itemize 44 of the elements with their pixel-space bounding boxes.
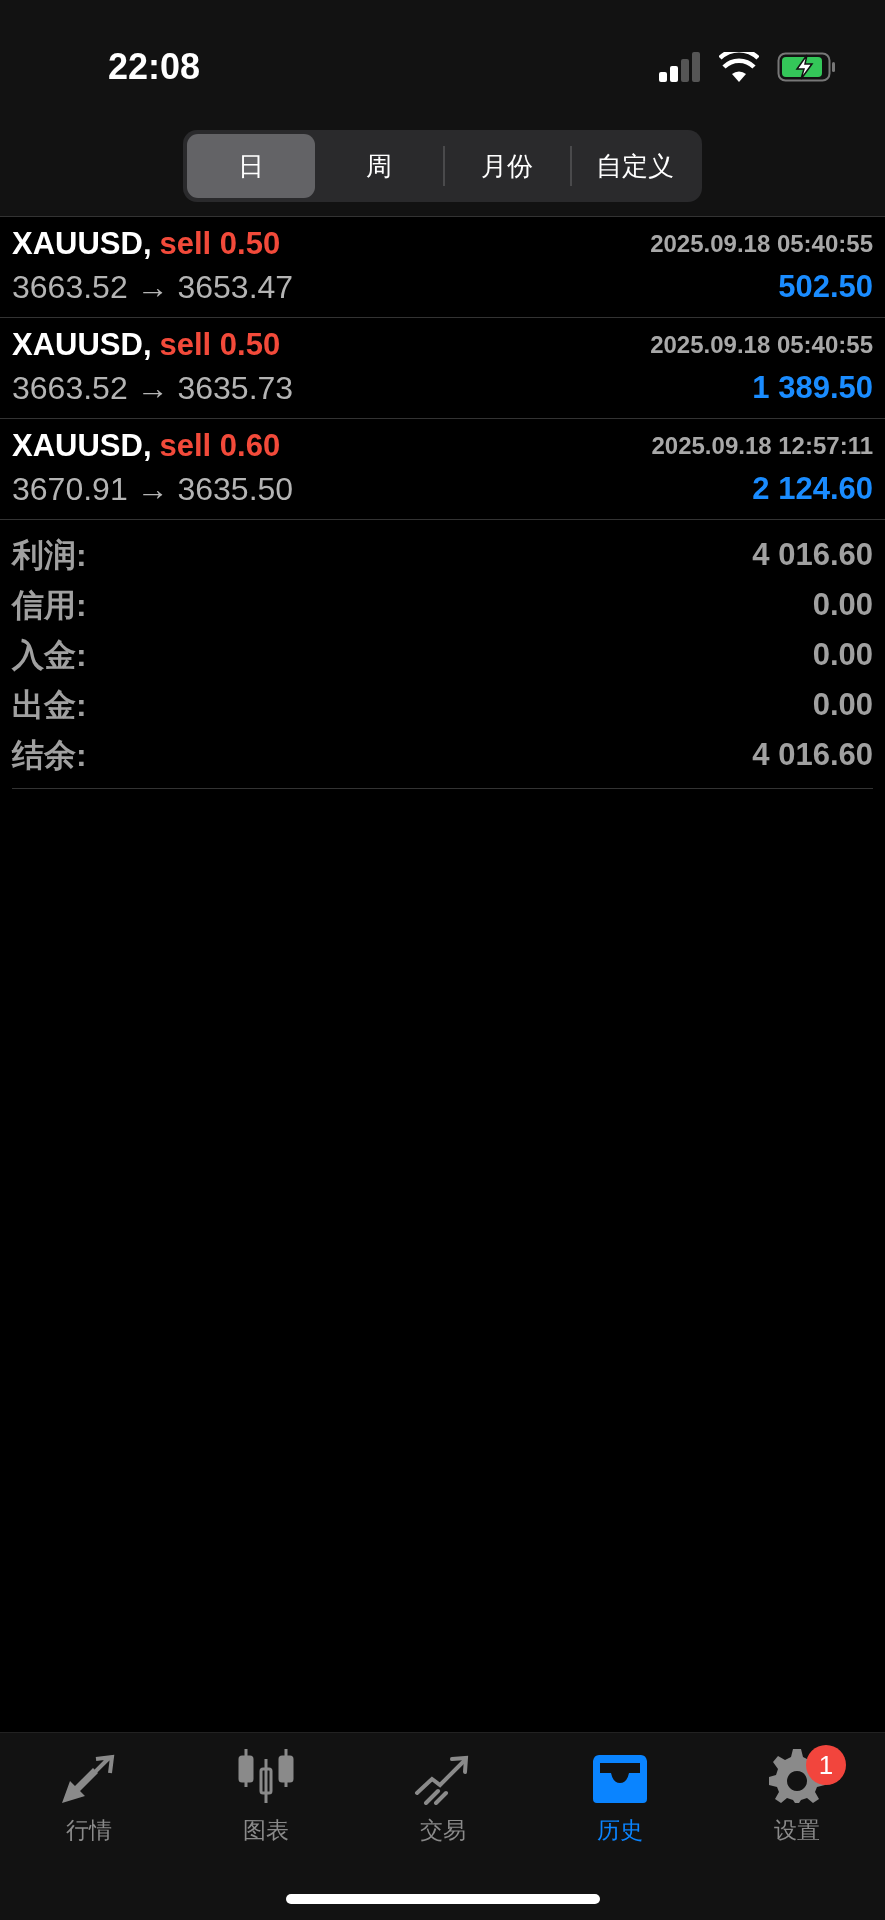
deal-row[interactable]: XAUUSD, sell 0.60 2025.09.18 12:57:11 3670.91 → 3635.50 2 124.60 (0, 419, 885, 520)
period-tab[interactable]: 日 (187, 134, 315, 198)
signal-icon (659, 52, 701, 82)
deal-time: 2025.09.18 05:40:55 (650, 329, 873, 360)
period-tab[interactable]: 自定义 (572, 134, 698, 198)
tab-bar-item[interactable]: 图表 (177, 1743, 354, 1847)
summary-value: 0.00 (812, 635, 873, 674)
deal-prices: 3663.52 → 3635.73 (12, 369, 294, 408)
summary-label: 出金: (12, 686, 87, 725)
deal-symbol: XAUUSD, (12, 325, 152, 364)
tab-bar-item[interactable]: 设置 1 (708, 1743, 885, 1847)
deal-side-volume: sell 0.50 (159, 325, 281, 364)
tab-bar-item[interactable]: 交易 (354, 1743, 531, 1847)
summary-value: 4 016.60 (752, 735, 873, 774)
period-tab[interactable]: 月份 (444, 134, 571, 198)
deal-row[interactable]: XAUUSD, sell 0.50 2025.09.18 05:40:55 3663.52 → 3653.47 502.50 (0, 217, 885, 318)
deal-time: 2025.09.18 05:40:55 (650, 228, 873, 259)
summary-label: 结余: (12, 736, 87, 775)
deal-profit: 1 389.50 (752, 368, 873, 407)
summary-label: 利润: (12, 536, 87, 575)
inbox-icon (590, 1752, 649, 1805)
deal-side-volume: sell 0.60 (159, 426, 281, 465)
battery-charging-icon (777, 52, 837, 82)
summary-value: 4 016.60 (752, 535, 873, 574)
deal-side-volume: sell 0.50 (159, 224, 281, 263)
deal-prices: 3670.91 → 3635.50 (12, 470, 294, 509)
tab-bar-item[interactable]: 行情 (0, 1743, 177, 1847)
deal-prices: 3663.52 → 3653.47 (12, 268, 294, 307)
deal-symbol: XAUUSD, (12, 426, 152, 465)
notification-badge: 1 (806, 1745, 846, 1785)
candlestick-icon (236, 1746, 295, 1805)
deal-profit: 2 124.60 (752, 469, 873, 508)
tab-bar-item[interactable]: 历史 (531, 1743, 708, 1847)
deal-row[interactable]: XAUUSD, sell 0.50 2025.09.18 05:40:55 3663.52 → 3635.73 1 389.50 (0, 318, 885, 419)
period-tab[interactable]: 周 (314, 134, 443, 198)
deal-profit: 502.50 (778, 267, 873, 306)
summary-label: 信用: (12, 586, 87, 625)
summary-value: 0.00 (812, 685, 873, 724)
wifi-icon (719, 52, 759, 82)
deal-symbol: XAUUSD, (12, 224, 152, 263)
deal-time: 2025.09.18 12:57:11 (651, 430, 873, 461)
summary-label: 入金: (12, 636, 87, 675)
status-time: 22:08 (108, 45, 201, 89)
summary-value: 0.00 (812, 585, 873, 624)
